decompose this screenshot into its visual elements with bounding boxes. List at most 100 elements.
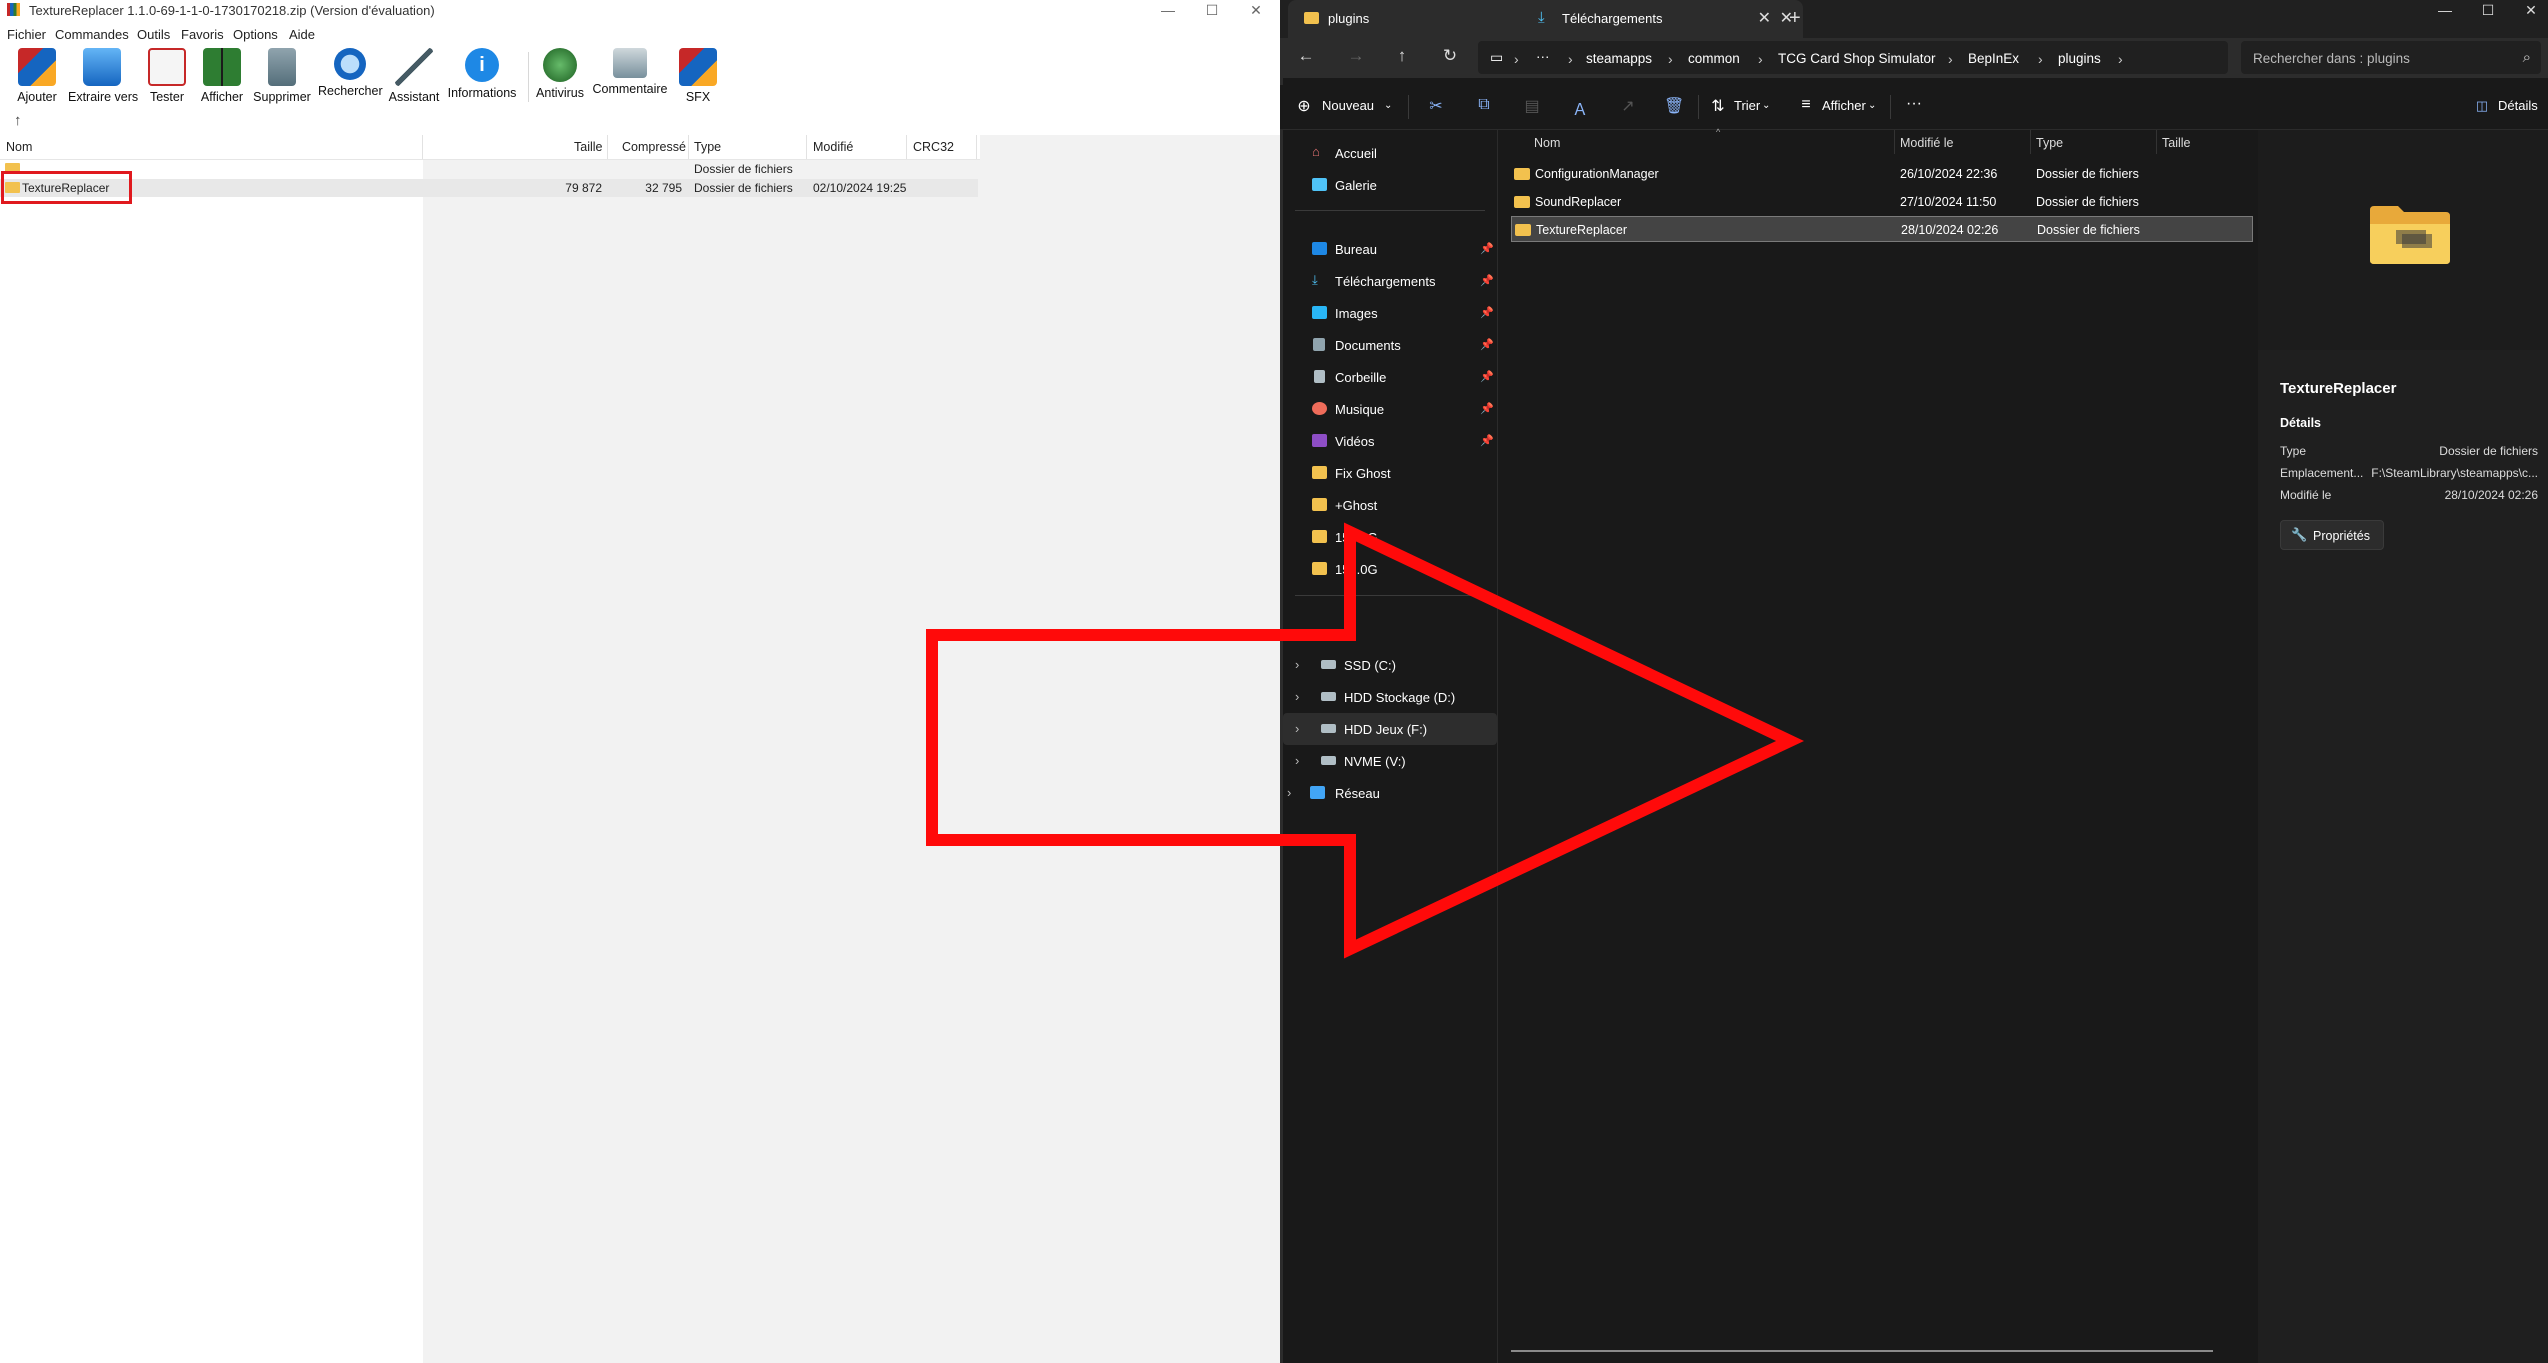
delete-icon[interactable]: 🗑 (1664, 96, 1684, 116)
nav-item-galerie[interactable]: Galerie (1283, 169, 1497, 201)
detail-value: 28/10/2024 02:26 (2444, 488, 2538, 502)
breadcrumb-more[interactable]: ··· (1536, 49, 1550, 64)
paste-icon[interactable]: ▤ (1522, 96, 1542, 116)
menu-commandes[interactable]: Commandes (55, 27, 129, 42)
nav-label: SSD (C:) (1344, 658, 1396, 673)
col-nom[interactable]: Nom (6, 140, 32, 154)
nav-item-musique[interactable]: Musique 📌 (1283, 393, 1497, 425)
table-row[interactable]: Dossier de fichiers (0, 160, 978, 178)
view-button[interactable]: Afficher (1822, 98, 1866, 113)
find-button[interactable]: Rechercher (318, 48, 383, 106)
nav-item-fix-ghost[interactable]: Fix Ghost (1283, 457, 1497, 489)
nav-item-corbeille[interactable]: Corbeille 📌 (1283, 361, 1497, 393)
rename-icon[interactable]: Ａ (1570, 96, 1590, 120)
refresh-icon[interactable]: ↻ (1438, 46, 1462, 66)
preview-area (2258, 130, 2548, 350)
back-arrow-icon[interactable]: ← (1294, 46, 1318, 66)
forward-arrow-icon[interactable]: → (1344, 46, 1368, 66)
comment-button[interactable]: Commentaire (592, 48, 668, 106)
col-type[interactable]: Type (2036, 136, 2063, 150)
antivirus-button[interactable]: Antivirus (534, 48, 586, 106)
minimize-button[interactable]: — (1156, 0, 1180, 20)
col-compresse[interactable]: Compressé (622, 140, 686, 154)
breadcrumb-bepinex[interactable]: BepInEx (1968, 51, 2019, 66)
nav-item-folder[interactable]: 15...0G (1283, 521, 1497, 553)
nav-item-accueil[interactable]: ⌂ Accueil (1283, 137, 1497, 169)
chevron-right-icon: › (1948, 51, 1953, 67)
menu-aide[interactable]: Aide (289, 27, 315, 42)
breadcrumb-common[interactable]: common (1688, 51, 1740, 66)
up-arrow-icon[interactable]: ↑ (1390, 46, 1414, 66)
nav-item-telechargements[interactable]: ⤓ Téléchargements 📌 (1283, 265, 1497, 297)
nav-item-reseau[interactable]: › Réseau (1283, 777, 1497, 809)
col-taille[interactable]: Taille (574, 140, 603, 154)
nav-item-images[interactable]: Images 📌 (1283, 297, 1497, 329)
breadcrumb-steamapps[interactable]: steamapps (1586, 51, 1652, 66)
minimize-button[interactable]: — (2430, 2, 2460, 18)
nav-item-hdd-f[interactable]: › HDD Jeux (F:) (1283, 713, 1497, 745)
details-button[interactable]: Détails (2498, 98, 2538, 113)
properties-button[interactable]: 🔧 Propriétés (2280, 520, 2384, 550)
sfx-button[interactable]: SFX (678, 48, 718, 106)
nav-item-nvme-v[interactable]: › NVME (V:) (1283, 745, 1497, 777)
maximize-button[interactable]: ☐ (1200, 0, 1224, 20)
close-button[interactable]: ✕ (1244, 0, 1268, 20)
col-modifie[interactable]: Modifié (813, 140, 853, 154)
wizard-button[interactable]: Assistant (388, 48, 440, 106)
maximize-button[interactable]: ☐ (2473, 2, 2503, 19)
new-button[interactable]: Nouveau (1322, 98, 1374, 113)
delete-button[interactable]: Supprimer (252, 48, 312, 106)
close-tab-icon[interactable]: ✕ (1758, 8, 1771, 28)
col-divider (976, 135, 977, 159)
more-options-button[interactable]: ··· (1906, 95, 1922, 113)
nav-item-hdd-d[interactable]: › HDD Stockage (D:) (1283, 681, 1497, 713)
nav-item-ghost[interactable]: +Ghost (1283, 489, 1497, 521)
nav-item-videos[interactable]: Vidéos 📌 (1283, 425, 1497, 457)
details-title: TextureReplacer (2280, 380, 2397, 397)
close-button[interactable]: ✕ (2516, 2, 2546, 19)
nav-item-ssd-c[interactable]: › SSD (C:) (1283, 649, 1497, 681)
extract-to-button[interactable]: Extraire vers (68, 48, 139, 106)
breadcrumb[interactable]: ▭ › ··· › steamapps › common › TCG Card … (1478, 41, 2228, 74)
copy-icon[interactable]: ⧉ (1474, 96, 1494, 114)
add-button[interactable]: Ajouter (12, 48, 62, 106)
table-row[interactable]: TextureReplacer 79 872 32 795 Dossier de… (0, 179, 978, 197)
col-crc32[interactable]: CRC32 (913, 140, 954, 154)
trash-icon (268, 48, 296, 86)
new-tab-button[interactable]: + (1789, 7, 1801, 30)
file-row[interactable]: ConfigurationManager 26/10/2024 22:36 Do… (1511, 161, 2139, 187)
pin-icon: 📌 (1480, 243, 1494, 255)
file-row[interactable]: SoundReplacer 27/10/2024 11:50 Dossier d… (1511, 189, 2139, 215)
col-nom[interactable]: Nom (1534, 136, 1560, 150)
col-modifie[interactable]: Modifié le (1900, 136, 1954, 150)
share-icon[interactable]: ↗ (1618, 96, 1638, 116)
cut-icon[interactable]: ✂ (1426, 96, 1446, 116)
menu-outils[interactable]: Outils (137, 27, 170, 42)
breadcrumb-tcg[interactable]: TCG Card Shop Simulator (1778, 51, 1936, 66)
nav-item-folder[interactable]: 15...0G (1283, 553, 1497, 585)
menu-fichier[interactable]: Fichier (7, 27, 46, 42)
download-icon: ⤓ (1312, 272, 1318, 287)
row-type: Dossier de fichiers (694, 162, 793, 176)
extract-label: Extraire vers (68, 90, 139, 104)
menu-options[interactable]: Options (233, 27, 278, 42)
menu-favoris[interactable]: Favoris (181, 27, 224, 42)
nav-item-bureau[interactable]: Bureau 📌 (1283, 233, 1497, 265)
view-button[interactable]: Afficher (198, 48, 246, 106)
col-taille[interactable]: Taille (2162, 136, 2191, 150)
col-type[interactable]: Type (694, 140, 721, 154)
nav-divider (1295, 595, 1485, 596)
search-input[interactable]: Rechercher dans : plugins ⌕ (2241, 41, 2541, 74)
nav-item-documents[interactable]: Documents 📌 (1283, 329, 1497, 361)
nav-label: Galerie (1335, 178, 1377, 193)
info-button[interactable]: i Informations (446, 48, 518, 106)
chevron-right-icon: › (1568, 51, 1573, 67)
tab-telechargements[interactable]: ⤓ Téléchargements ✕ (1526, 0, 1781, 38)
breadcrumb-plugins[interactable]: plugins (2058, 51, 2101, 66)
test-button[interactable]: Tester (146, 48, 188, 106)
parent-folder-arrow-icon[interactable]: ↑ (14, 112, 22, 129)
sort-button[interactable]: Trier (1734, 98, 1760, 113)
horizontal-scrollbar[interactable] (1511, 1350, 2213, 1352)
folder-icon (1514, 196, 1530, 208)
file-row-selected[interactable]: TextureReplacer 28/10/2024 02:26 Dossier… (1511, 216, 2253, 242)
